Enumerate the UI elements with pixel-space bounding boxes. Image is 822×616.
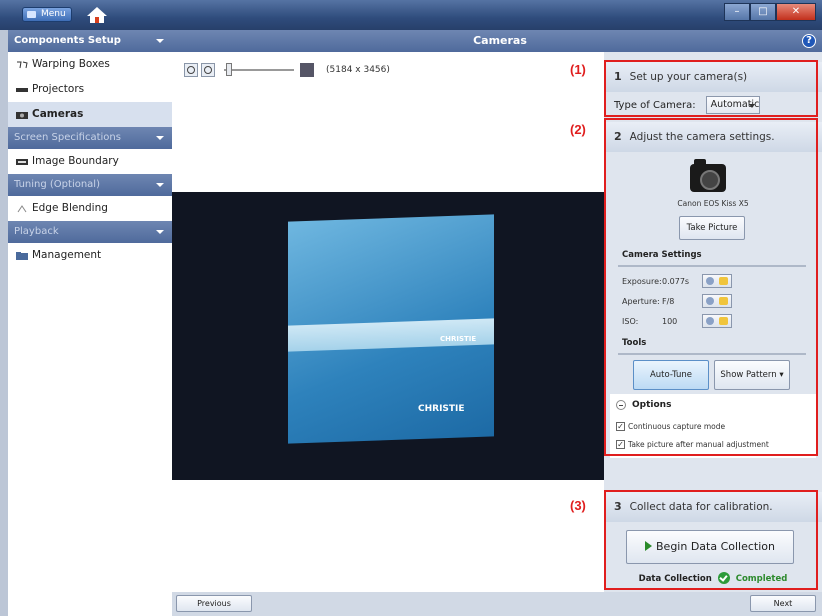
sidebar-item-projectors[interactable]: Projectors (8, 77, 172, 102)
screen-logo-small: CHRISTIE (440, 335, 477, 343)
next-button[interactable]: Next (750, 595, 816, 612)
sidebar-item-label: Image Boundary (32, 155, 119, 167)
section-playback[interactable]: Playback (8, 221, 172, 243)
chevron-down-icon (156, 136, 164, 140)
menu-label: Menu (41, 9, 66, 19)
sidebar-item-label: Warping Boxes (32, 58, 110, 70)
chevron-down-icon (156, 230, 164, 234)
maximize-button[interactable]: □ (750, 3, 776, 21)
section-title: Tuning (Optional) (14, 179, 100, 190)
highlight-box-2 (604, 118, 818, 456)
image-boundary-icon (16, 158, 28, 165)
page-title: Cameras (473, 34, 527, 47)
annotation-label-3: (3) (570, 498, 586, 513)
minimize-button[interactable]: – (724, 3, 750, 21)
sidebar-item-label: Projectors (32, 83, 85, 95)
window-controls: – □ ✕ (724, 3, 816, 21)
warping-boxes-icon (17, 61, 28, 68)
bottom-nav-bar: Previous Next (172, 592, 822, 616)
sidebar: Components Setup Warping Boxes Projector… (8, 30, 172, 616)
sidebar-item-label: Management (32, 249, 102, 261)
sidebar-item-management[interactable]: Management (8, 243, 172, 268)
highlight-box-1 (604, 60, 818, 117)
projector-icon (16, 87, 28, 92)
camera-icon (16, 111, 28, 119)
sidebar-item-label: Edge Blending (32, 202, 108, 214)
close-button[interactable]: ✕ (776, 3, 816, 21)
menu-icon (27, 11, 36, 18)
edge-blending-icon (17, 204, 27, 212)
chevron-down-icon (156, 183, 164, 187)
zoom-slider-thumb[interactable] (226, 63, 232, 76)
fit-to-window-icon[interactable] (300, 63, 314, 77)
section-title: Playback (14, 226, 59, 237)
section-components-setup[interactable]: Components Setup (8, 30, 172, 52)
sidebar-item-label: Cameras (32, 108, 84, 120)
section-title: Screen Specifications (14, 132, 121, 143)
zoom-toolbar: (5184 x 3456) (184, 62, 390, 78)
page-header: Cameras ? (172, 30, 822, 52)
annotation-label-1: (1) (570, 62, 586, 77)
section-screen-specifications[interactable]: Screen Specifications (8, 127, 172, 149)
highlight-box-3 (604, 490, 818, 590)
zoom-slider[interactable] (224, 63, 294, 76)
menu-button[interactable]: Menu (22, 7, 72, 22)
camera-image: CHRISTIE CHRISTIE (172, 192, 604, 480)
zoom-out-icon[interactable] (201, 63, 215, 77)
section-title: Components Setup (14, 35, 121, 46)
title-bar: Menu – □ ✕ (0, 0, 822, 30)
sidebar-item-image-boundary[interactable]: Image Boundary (8, 149, 172, 174)
screen-logo: CHRISTIE (418, 404, 465, 414)
help-icon[interactable]: ? (802, 34, 816, 48)
folder-icon (16, 251, 28, 260)
sidebar-item-edge-blending[interactable]: Edge Blending (8, 196, 172, 221)
zoom-in-icon[interactable] (184, 63, 198, 77)
sidebar-item-cameras[interactable]: Cameras (8, 102, 172, 127)
section-tuning[interactable]: Tuning (Optional) (8, 174, 172, 196)
image-resolution: (5184 x 3456) (326, 65, 390, 75)
previous-button[interactable]: Previous (176, 595, 252, 612)
camera-viewer: (5184 x 3456) CHRISTIE CHRISTIE (172, 52, 604, 592)
chevron-down-icon (156, 39, 164, 43)
sidebar-item-warping-boxes[interactable]: Warping Boxes (8, 52, 172, 77)
home-icon[interactable] (86, 6, 108, 24)
annotation-label-2: (2) (570, 122, 586, 137)
